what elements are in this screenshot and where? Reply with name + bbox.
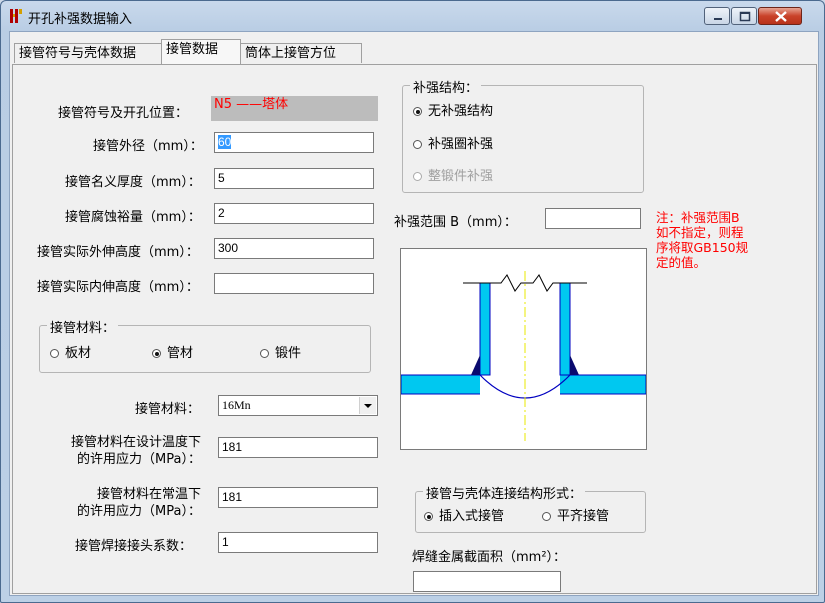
dropdown-arrow[interactable]	[359, 397, 376, 414]
radio-dot-selected	[152, 349, 161, 358]
dialog-client: 接管符号与壳体数据 接管数据 筒体上接管方位 接管符号及开孔位置： N5 ——塔…	[9, 31, 819, 596]
radio-dot-disabled	[413, 172, 422, 181]
nozzle-symbol-label: 接管符号及开孔位置：	[58, 106, 189, 121]
main-window: 开孔补强数据输入 接管符号与壳体数据 接管数据 筒体上接管方位 接管符号及开孔位…	[0, 0, 825, 603]
radio-insert-nozzle[interactable]: 插入式接管	[424, 505, 504, 524]
radio-forged-reinforce: 整锻件补强	[413, 165, 493, 184]
radio-dot	[413, 140, 422, 149]
weld-area-input[interactable]	[413, 571, 561, 592]
tab-nozzle-data[interactable]: 接管数据	[161, 39, 241, 64]
radio-dot-selected	[413, 107, 422, 116]
thickness-input[interactable]: 5	[214, 168, 374, 189]
reinforce-range-input[interactable]	[545, 208, 641, 229]
window-title: 开孔补强数据输入	[28, 12, 133, 27]
int-height-input[interactable]	[214, 273, 374, 294]
ext-height-input[interactable]: 300	[214, 238, 374, 259]
material-group-legend: 接管材料：	[47, 317, 119, 336]
radio-dot-selected	[424, 512, 433, 521]
reinforce-group: 补强结构： 无补强结构 补强圈补强 整锻件补强	[402, 77, 644, 193]
stress-design-label-2: 的许用应力（MPa）：	[77, 452, 201, 467]
minimize-button[interactable]	[704, 7, 730, 25]
tab-shell-data[interactable]: 接管符号与壳体数据	[14, 43, 162, 63]
app-icon	[10, 9, 22, 23]
radio-dot	[542, 512, 551, 521]
corrosion-input[interactable]: 2	[214, 203, 374, 224]
outer-diameter-label: 接管外径（mm）：	[93, 139, 203, 154]
radio-pad-reinforce[interactable]: 补强圈补强	[413, 133, 493, 152]
close-icon	[775, 11, 787, 22]
connection-group: 接管与壳体连接结构形式： 插入式接管 平齐接管	[415, 483, 646, 533]
stress-normal-label-2: 的许用应力（MPa）：	[77, 504, 201, 519]
stress-design-input[interactable]: 181	[218, 437, 378, 458]
radio-no-reinforce[interactable]: 无补强结构	[413, 100, 493, 119]
tab-nozzle-orientation[interactable]: 筒体上接管方位	[240, 43, 362, 63]
material-select-label: 接管材料：	[135, 402, 201, 417]
nozzle-diagram-drawing	[400, 271, 647, 441]
thickness-label: 接管名义厚度（mm）：	[65, 175, 201, 190]
weld-coef-label: 接管焊接接头系数：	[75, 539, 193, 554]
ext-height-label: 接管实际外伸高度（mm）：	[37, 245, 199, 260]
radio-plate[interactable]: 板材	[50, 342, 91, 361]
nozzle-diagram	[400, 248, 647, 450]
material-select[interactable]: 16Mn	[218, 395, 378, 416]
maximize-icon	[739, 11, 751, 22]
material-group: 接管材料： 板材 管材 锻件	[39, 317, 371, 373]
reinforce-range-label: 补强范围 B（mm）：	[394, 215, 517, 230]
radio-dot	[50, 349, 59, 358]
minimize-icon	[714, 18, 722, 20]
reinforce-note: 注：补强范围B 如不指定，则程 序将取GB150规 定的值。	[656, 210, 749, 270]
reinforce-group-legend: 补强结构：	[410, 77, 482, 96]
corrosion-label: 接管腐蚀裕量（mm）：	[65, 210, 201, 225]
close-button[interactable]	[758, 7, 802, 25]
radio-pipe[interactable]: 管材	[152, 342, 193, 361]
connection-group-legend: 接管与壳体连接结构形式：	[423, 483, 586, 502]
weld-coef-input[interactable]: 1	[218, 532, 378, 553]
stress-normal-input[interactable]: 181	[218, 487, 378, 508]
weld-area-label: 焊缝金属截面积（mm²）：	[412, 550, 567, 565]
tab-panel: 接管符号及开孔位置： N5 ——塔体 接管外径（mm）： 60 接管名义厚度（m…	[12, 64, 817, 594]
int-height-label: 接管实际内伸高度（mm）：	[37, 280, 199, 295]
title-bar[interactable]: 开孔补强数据输入	[1, 1, 824, 31]
chevron-down-icon	[364, 404, 372, 408]
radio-dot	[260, 349, 269, 358]
maximize-button[interactable]	[731, 7, 757, 25]
radio-flush-nozzle[interactable]: 平齐接管	[542, 505, 609, 524]
nozzle-symbol-value: N5 ——塔体	[211, 96, 378, 121]
radio-forging[interactable]: 锻件	[260, 342, 301, 361]
outer-diameter-input[interactable]: 60	[214, 132, 374, 153]
